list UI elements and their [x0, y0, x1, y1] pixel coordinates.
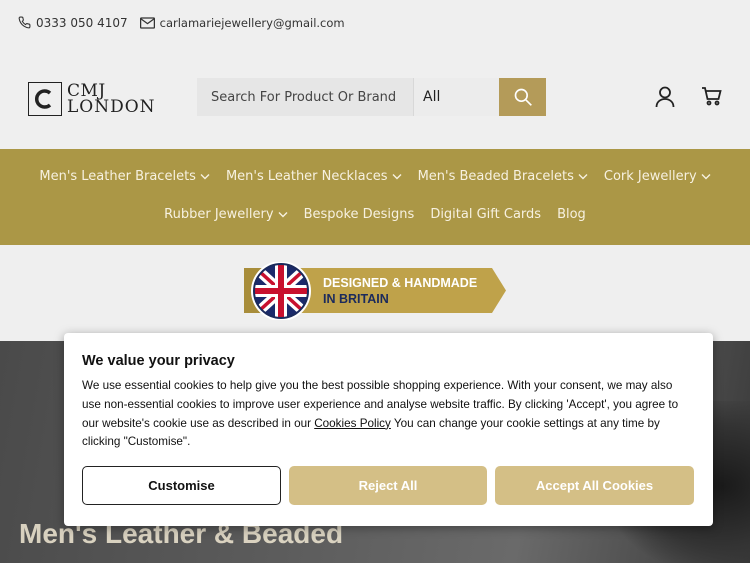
badge-line-2: IN BRITAIN — [323, 292, 389, 306]
nav-item-label: Digital Gift Cards — [430, 207, 542, 222]
main-navigation: Men's Leather Bracelets Men's Leather Nec… — [0, 149, 750, 245]
phone-number: 0333 050 4107 — [36, 15, 128, 30]
nav-item-label: Cork Jewellery — [603, 169, 697, 184]
search-icon — [514, 88, 532, 106]
customise-button[interactable]: Customise — [82, 466, 281, 505]
search-button[interactable] — [499, 78, 546, 116]
cart-button[interactable] — [701, 86, 723, 110]
nav-item-men-s-leather-necklaces[interactable]: Men's Leather Necklaces — [226, 169, 402, 184]
nav-item-label: Men's Beaded Bracelets — [417, 169, 574, 184]
site-logo[interactable]: CMJ LONDON — [28, 82, 156, 116]
search-bar: All — [197, 78, 546, 116]
reject-all-button[interactable]: Reject All — [289, 466, 487, 505]
cookies-policy-link[interactable]: Cookies Policy — [314, 417, 391, 430]
accept-all-cookies-button[interactable]: Accept All Cookies — [495, 466, 694, 505]
nav-item-label: Bespoke Designs — [303, 207, 415, 222]
logo-mark — [28, 82, 62, 116]
chevron-down-icon — [200, 174, 210, 180]
phone-icon — [18, 16, 31, 29]
chevron-down-icon — [278, 212, 288, 218]
nav-item-cork-jewellery[interactable]: Cork Jewellery — [604, 169, 711, 184]
search-category-select[interactable]: All — [413, 78, 499, 116]
phone-contact[interactable]: 0333 050 4107 — [18, 16, 128, 30]
nav-item-label: Rubber Jewellery — [164, 207, 274, 222]
chevron-down-icon — [578, 174, 588, 180]
site-header: CMJ LONDON All — [0, 45, 750, 149]
email-address: carlamariejewellery@gmail.com — [159, 15, 345, 30]
handmade-in-britain-badge: DESIGNED & HANDMADE IN BRITAIN — [244, 262, 506, 320]
nav-item-bespoke-designs[interactable]: Bespoke Designs — [304, 207, 415, 222]
chevron-down-icon — [701, 174, 711, 180]
nav-item-label: Men's Leather Necklaces — [225, 169, 388, 184]
top-contact-bar: 0333 050 4107 carlamariejewellery@gmail.… — [0, 0, 750, 45]
nav-item-blog[interactable]: Blog — [557, 207, 586, 222]
cookie-dialog-title: We value your privacy — [82, 353, 235, 369]
logo-c-icon — [34, 89, 52, 109]
badge-line-1: DESIGNED & HANDMADE — [323, 276, 478, 290]
nav-item-men-s-beaded-bracelets[interactable]: Men's Beaded Bracelets — [418, 169, 588, 184]
nav-item-men-s-leather-bracelets[interactable]: Men's Leather Bracelets — [39, 169, 210, 184]
cookie-dialog-text: We use essential cookies to help give yo… — [82, 377, 682, 452]
union-jack-icon — [251, 262, 311, 320]
logo-line-2: LONDON — [67, 97, 156, 117]
email-contact[interactable]: carlamariejewellery@gmail.com — [139, 15, 345, 30]
account-button[interactable] — [655, 86, 675, 112]
cart-icon — [702, 87, 722, 106]
nav-item-label: Men's Leather Bracelets — [39, 169, 196, 184]
search-input[interactable] — [197, 78, 413, 116]
chevron-down-icon — [392, 174, 402, 180]
user-icon — [655, 86, 675, 108]
nav-item-rubber-jewellery[interactable]: Rubber Jewellery — [164, 207, 288, 222]
cookie-consent-dialog: We value your privacy We use essential c… — [64, 333, 713, 526]
nav-item-label: Blog — [557, 207, 586, 222]
mail-icon — [139, 16, 155, 29]
nav-item-digital-gift-cards[interactable]: Digital Gift Cards — [430, 207, 541, 222]
british-banner-area: DESIGNED & HANDMADE IN BRITAIN — [0, 245, 750, 341]
